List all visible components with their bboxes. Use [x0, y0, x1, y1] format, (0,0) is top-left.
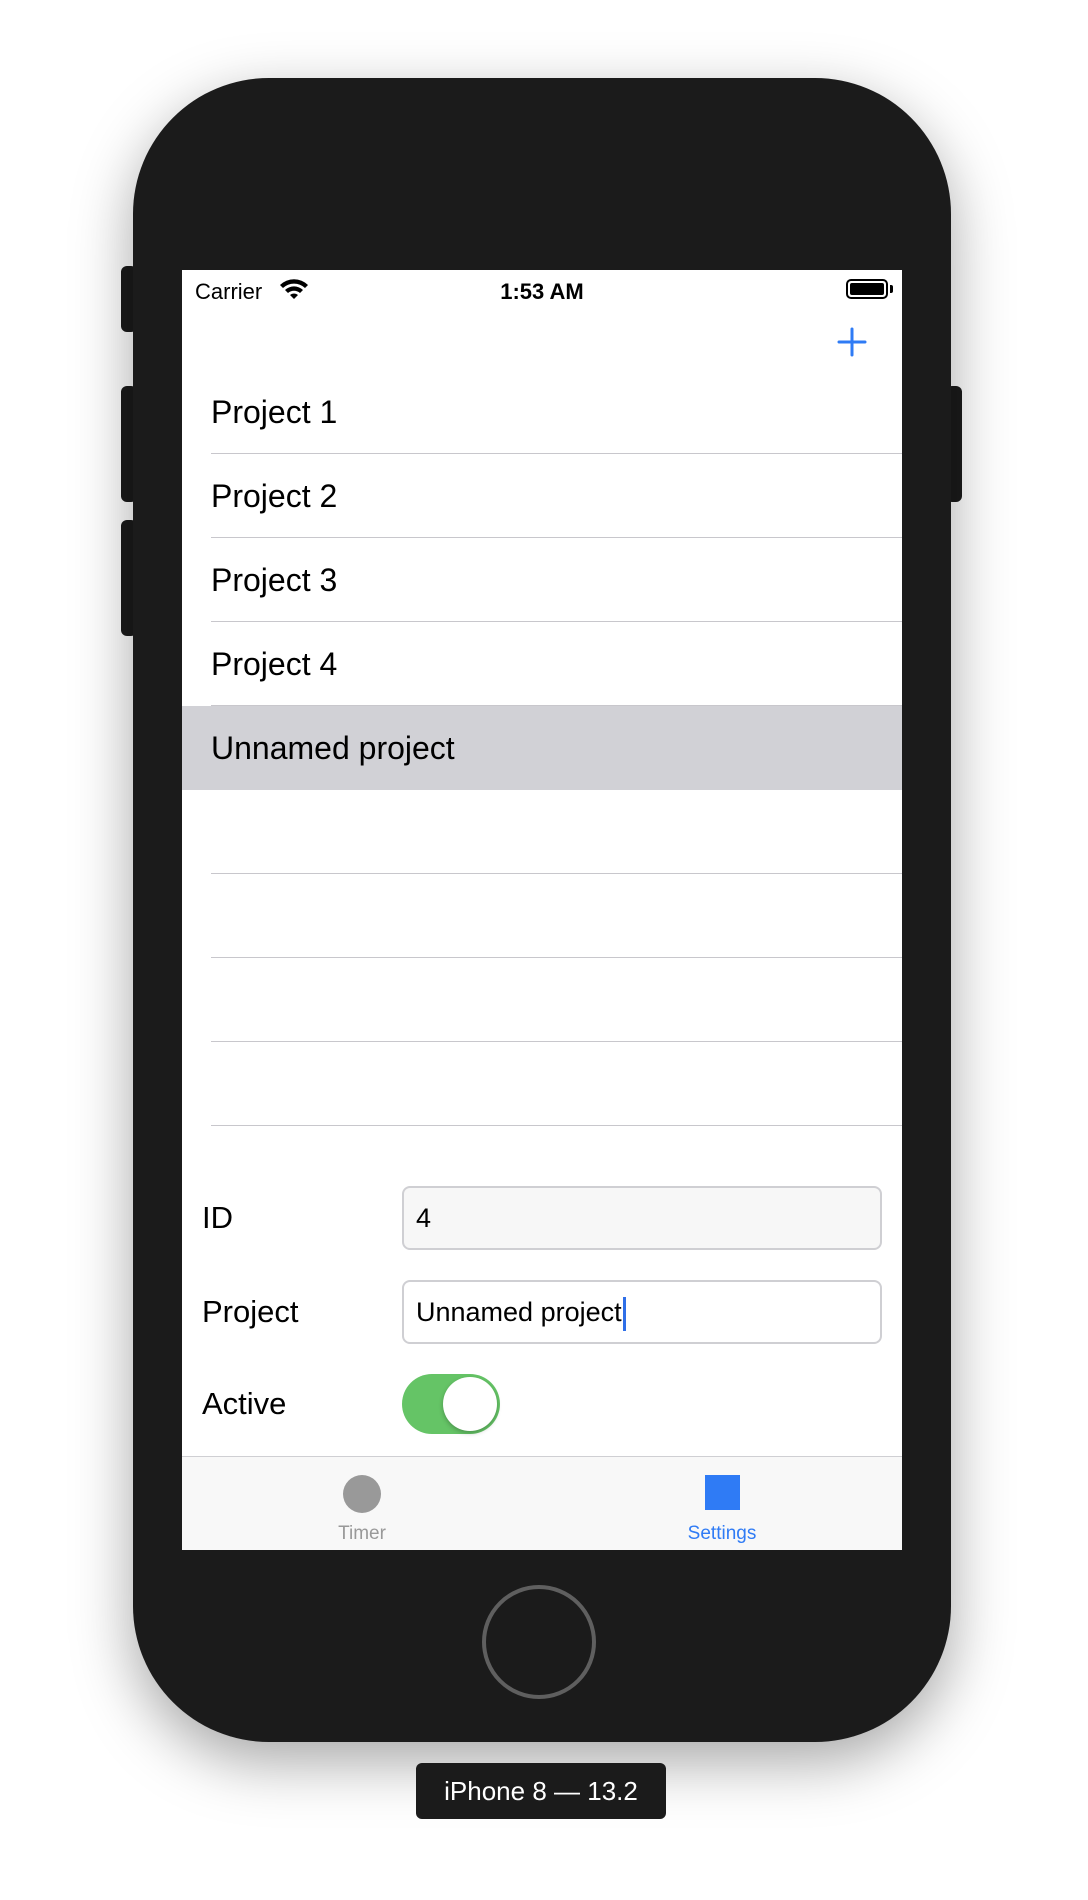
- project-list: Project 1 Project 2 Project 3 Project 4 …: [182, 370, 902, 1126]
- project-row[interactable]: Project 1: [182, 370, 902, 454]
- project-label: Project: [202, 1294, 299, 1329]
- id-label: ID: [202, 1200, 233, 1235]
- project-name-field-value: Unnamed project: [416, 1297, 622, 1327]
- app-screen: Carrier 1:53 AM Project 1 Project 2 Proj…: [182, 270, 902, 1550]
- plus-icon: [837, 327, 867, 357]
- project-name-field[interactable]: Unnamed project: [402, 1280, 882, 1344]
- tab-timer[interactable]: Timer: [182, 1457, 542, 1550]
- tab-settings[interactable]: Settings: [542, 1457, 902, 1550]
- battery-nub: [890, 285, 893, 293]
- project-row-label: Project 3: [211, 562, 338, 598]
- empty-row: [182, 790, 902, 874]
- text-caret: [622, 1296, 626, 1331]
- project-row-label: Project 1: [211, 394, 338, 430]
- add-project-button[interactable]: [830, 320, 874, 364]
- id-field-value: 4: [416, 1203, 432, 1233]
- project-row-selected[interactable]: Unnamed project: [182, 706, 902, 790]
- tab-timer-label: Timer: [338, 1523, 386, 1544]
- active-toggle[interactable]: [402, 1374, 500, 1434]
- project-row[interactable]: Project 3: [182, 538, 902, 622]
- project-row-label: Unnamed project: [211, 730, 455, 766]
- active-label: Active: [202, 1386, 287, 1421]
- home-button[interactable]: [482, 1585, 596, 1699]
- empty-row: [182, 874, 902, 958]
- status-bar: Carrier 1:53 AM: [182, 270, 902, 310]
- square-icon: [705, 1475, 740, 1510]
- tab-settings-label: Settings: [687, 1523, 757, 1544]
- empty-row: [182, 1042, 902, 1126]
- device-caption: iPhone 8 — 13.2: [416, 1763, 666, 1819]
- project-row-label: Project 2: [211, 478, 338, 514]
- project-row[interactable]: Project 4: [182, 622, 902, 706]
- project-row[interactable]: Project 2: [182, 454, 902, 538]
- toggle-knob: [443, 1377, 497, 1431]
- circle-icon: [343, 1475, 381, 1513]
- battery-icon: [846, 279, 888, 299]
- project-row-label: Project 4: [211, 646, 338, 682]
- status-time: 1:53 AM: [500, 279, 584, 304]
- empty-row: [182, 958, 902, 1042]
- id-field[interactable]: 4: [402, 1186, 882, 1250]
- tab-bar: Timer Settings: [182, 1456, 902, 1550]
